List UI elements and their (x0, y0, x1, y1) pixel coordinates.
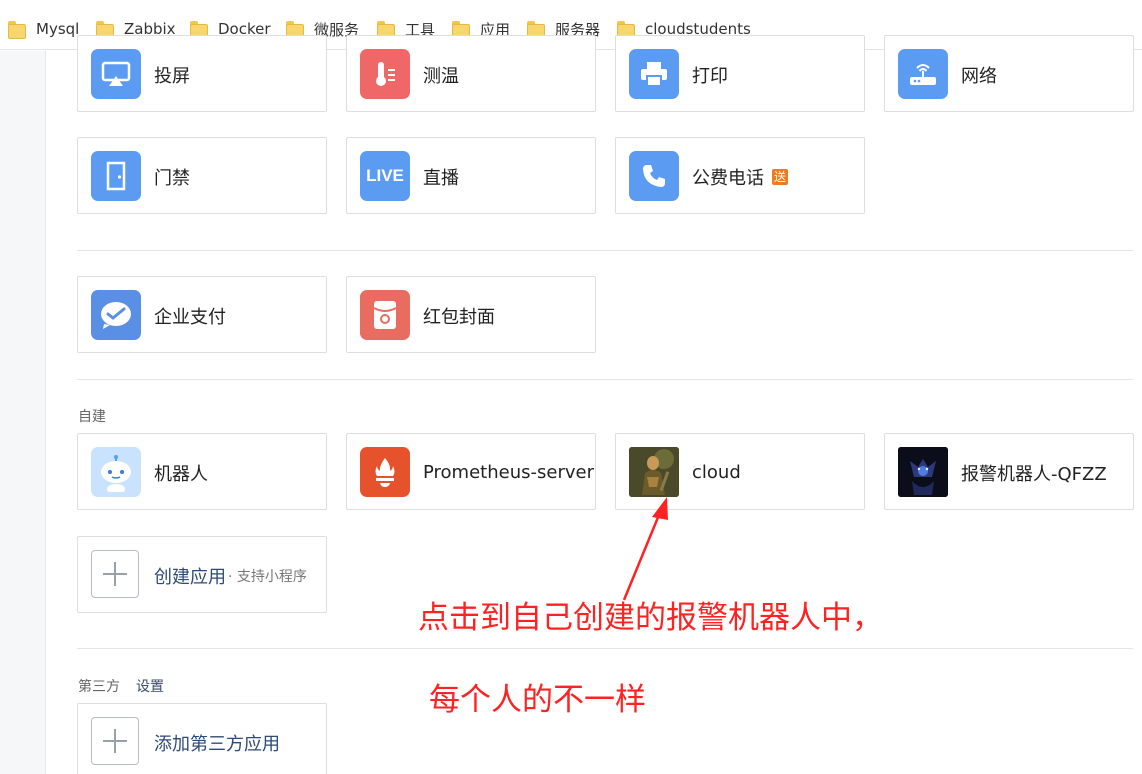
annotation-arrow (622, 497, 668, 601)
annotation-text-line2: 每个人的不一样 (429, 682, 646, 718)
annotation-text-line1: 点击到自己创建的报警机器人中， (418, 600, 883, 636)
app-root: Mysql Zabbix Docker 微服务 工具 应用 服务器 clouds… (0, 0, 1142, 774)
